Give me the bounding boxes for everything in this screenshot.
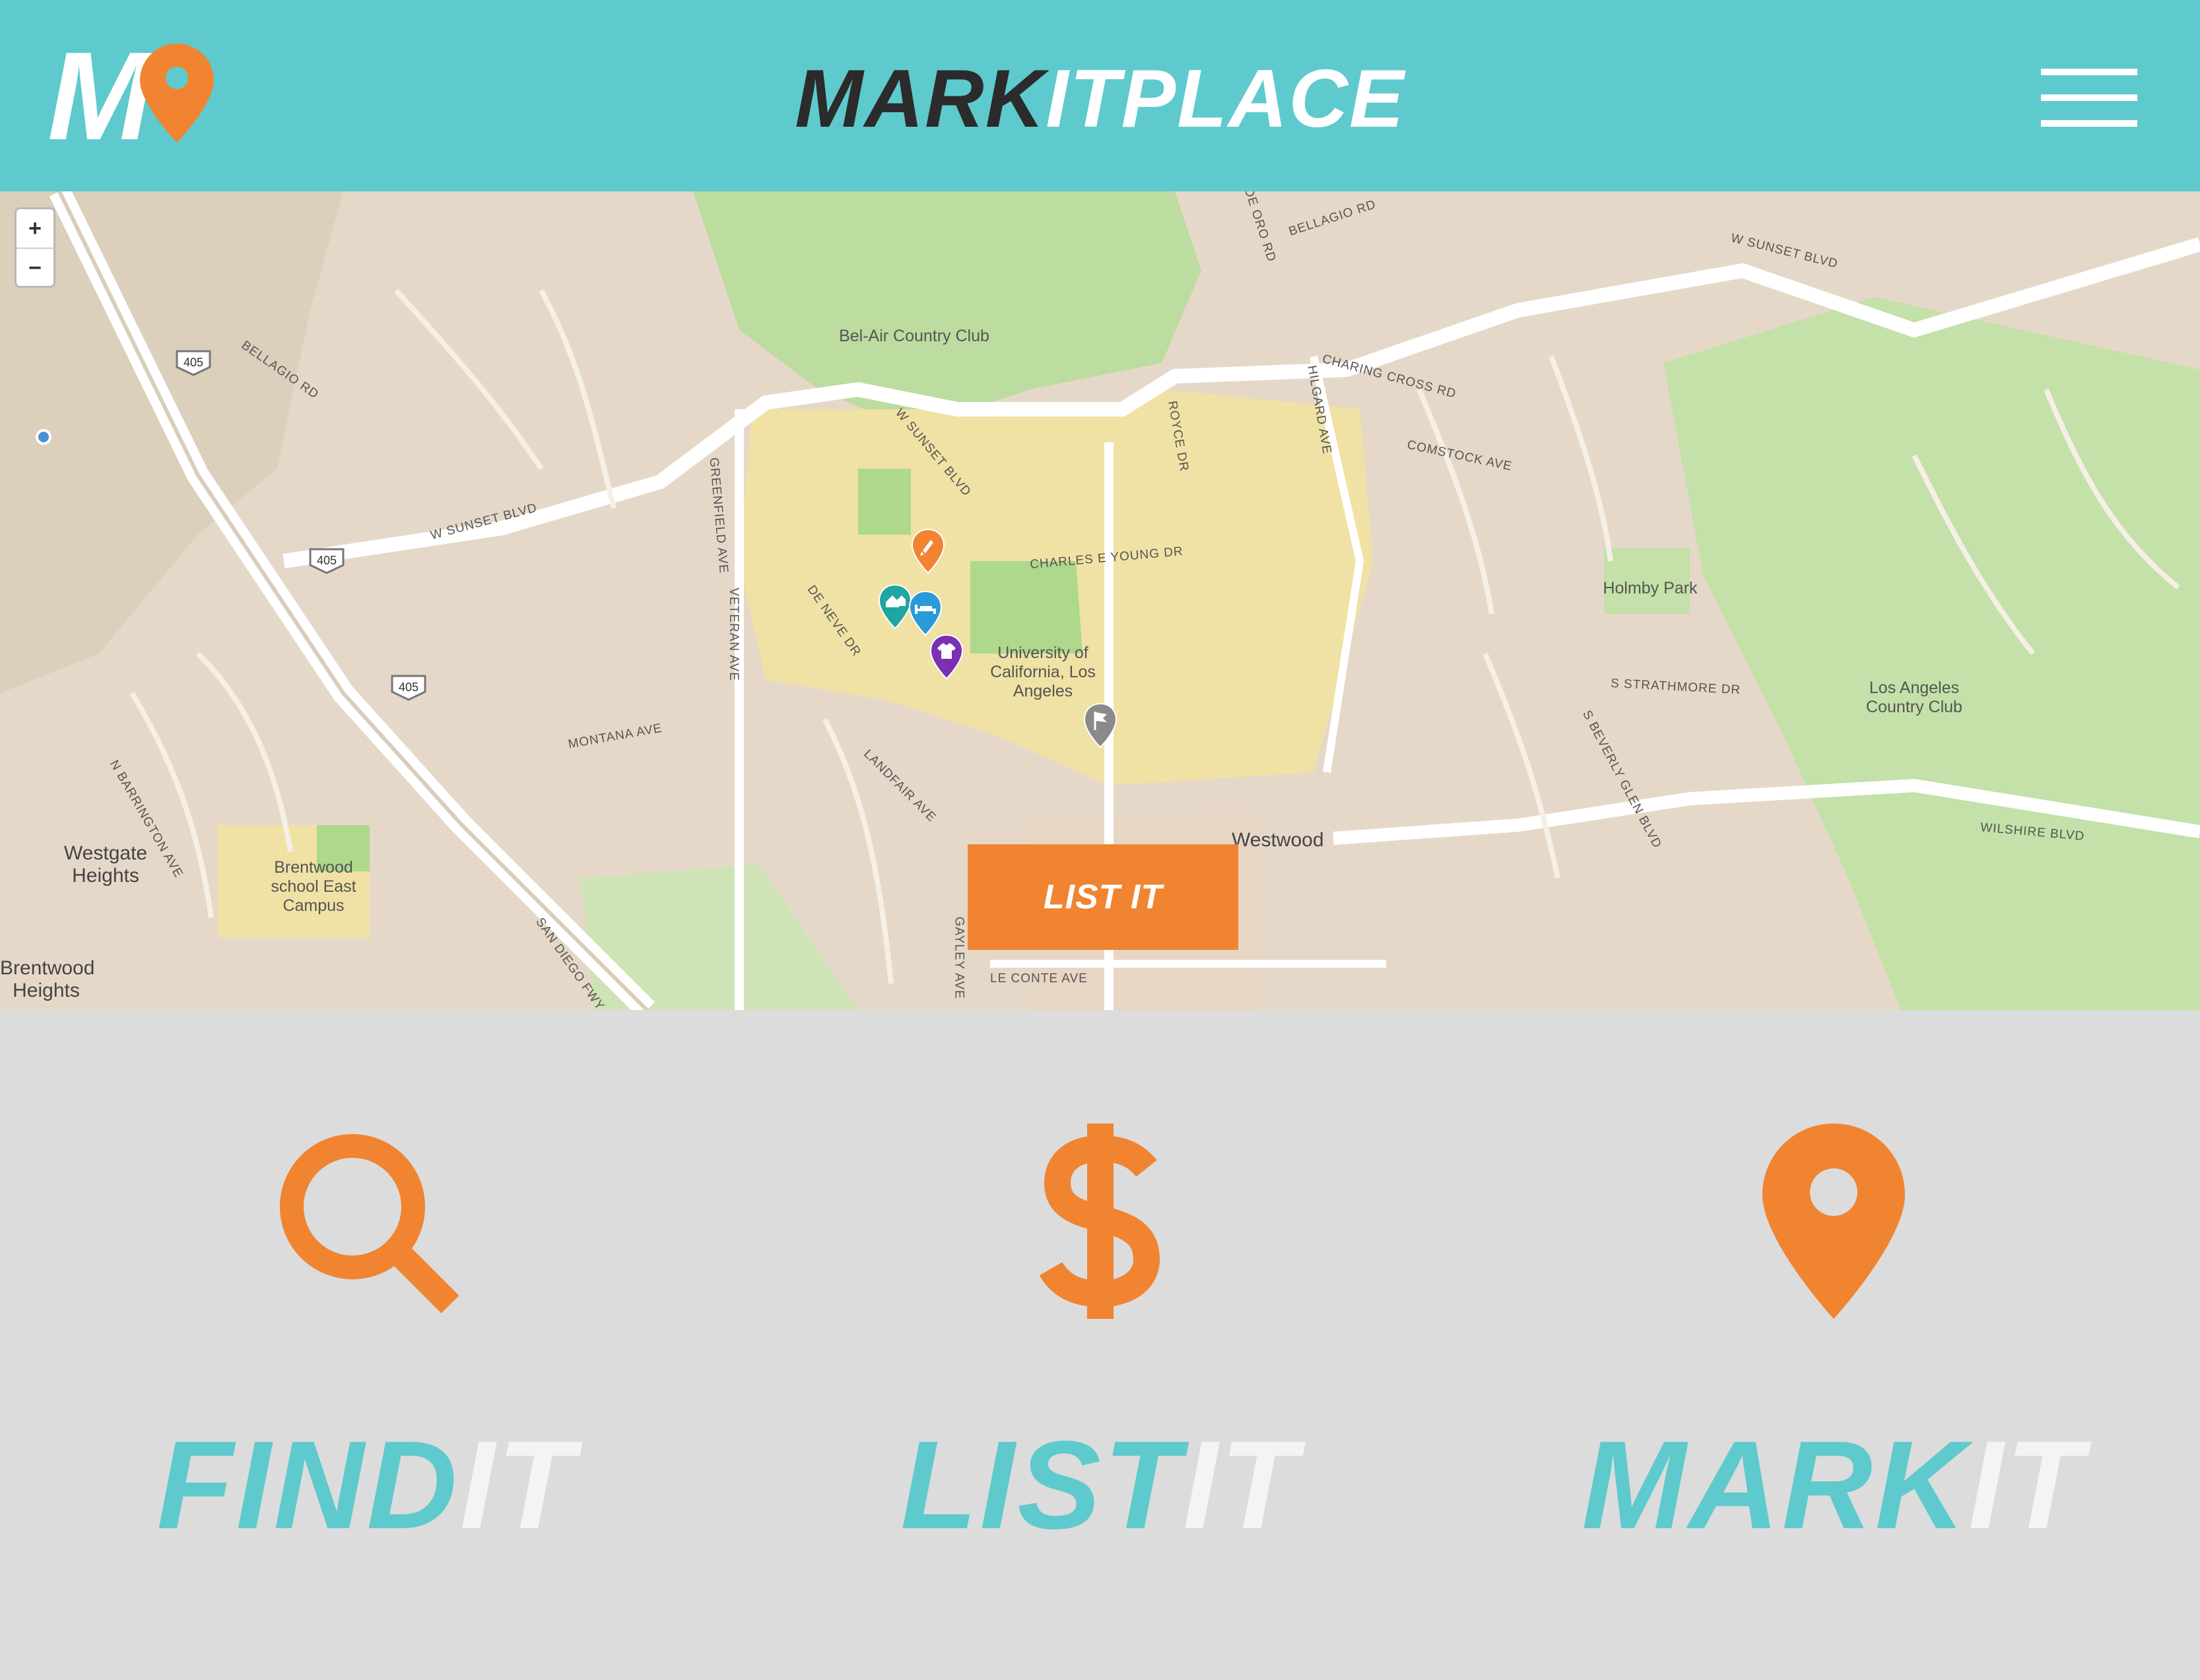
- shirt-icon: [929, 634, 964, 680]
- zoom-control: + −: [15, 207, 55, 288]
- highway-shield-icon: 405: [391, 675, 426, 701]
- map-place-label: Los Angeles Country Club: [1866, 679, 1962, 716]
- house-icon: [878, 584, 912, 630]
- feature-title-main: MARK: [1582, 1415, 1969, 1555]
- highway-shield-icon: 405: [309, 548, 345, 574]
- zoom-out-button[interactable]: −: [17, 249, 53, 287]
- map-town-label: Brentwood Heights: [0, 957, 95, 1001]
- highway-shield-label: 405: [317, 554, 337, 567]
- house-marker[interactable]: [878, 584, 912, 630]
- map-street-label: VETERAN AVE: [726, 588, 741, 681]
- feature-title-accent: IT: [1182, 1415, 1300, 1555]
- feature-title: MARKIT: [1467, 1419, 2200, 1551]
- highway-shield-label: 405: [183, 356, 203, 369]
- feature-title: FINDIT: [0, 1419, 733, 1551]
- current-location-icon: [36, 429, 51, 445]
- shirt-marker[interactable]: [929, 634, 964, 680]
- feature-find-it[interactable]: FINDIT: [0, 1010, 733, 1680]
- feature-title-main: FIND: [156, 1415, 460, 1555]
- feature-title-accent: IT: [1968, 1415, 2085, 1555]
- map-place-label: University of California, Los Angeles: [990, 644, 1096, 700]
- rocket-marker[interactable]: [911, 528, 945, 574]
- bed-icon: [908, 590, 943, 636]
- map-view[interactable]: Bel-Air Country Club University of Calif…: [0, 191, 2200, 1010]
- highway-shield-icon: 405: [176, 350, 211, 376]
- feature-list-it[interactable]: LISTIT: [733, 1010, 1467, 1680]
- highway-shield-label: 405: [399, 681, 418, 694]
- brand-title-light: ITPLACE: [1046, 53, 1405, 145]
- map-town-label: Westwood: [1232, 829, 1324, 851]
- flag-marker[interactable]: [1083, 702, 1117, 749]
- search-icon: [279, 1134, 459, 1314]
- map-place-label: Holmby Park: [1603, 579, 1698, 597]
- bed-marker[interactable]: [908, 590, 943, 636]
- map-town-label: Westgate Heights: [63, 842, 148, 887]
- feature-title: LISTIT: [733, 1419, 1467, 1551]
- feature-mark-it[interactable]: MARKIT: [1467, 1010, 2200, 1680]
- features-section: FINDIT LISTIT MARKIT: [0, 1010, 2200, 1680]
- zoom-in-button[interactable]: +: [17, 209, 53, 248]
- hamburger-menu-icon[interactable]: [2041, 69, 2137, 127]
- dollar-icon: [1039, 1124, 1160, 1319]
- flag-icon: [1083, 702, 1117, 749]
- map-street-label: GAYLEY AVE: [952, 916, 966, 999]
- map-place-label: Bel-Air Country Club: [839, 327, 989, 345]
- feature-title-main: LIST: [900, 1415, 1183, 1555]
- brand-title: MARKITPLACE: [0, 57, 2200, 141]
- map-street-label: LE CONTE AVE: [990, 972, 1088, 986]
- feature-title-accent: IT: [459, 1415, 577, 1555]
- brand-title-dark: MARK: [795, 53, 1046, 145]
- map-place-label: Brentwood school East Campus: [271, 858, 356, 915]
- app-header: M MARKITPLACE: [0, 0, 2200, 191]
- list-it-button[interactable]: LIST IT: [968, 844, 1238, 950]
- map-pin-icon: [1762, 1124, 1905, 1319]
- rocket-icon: [911, 528, 945, 574]
